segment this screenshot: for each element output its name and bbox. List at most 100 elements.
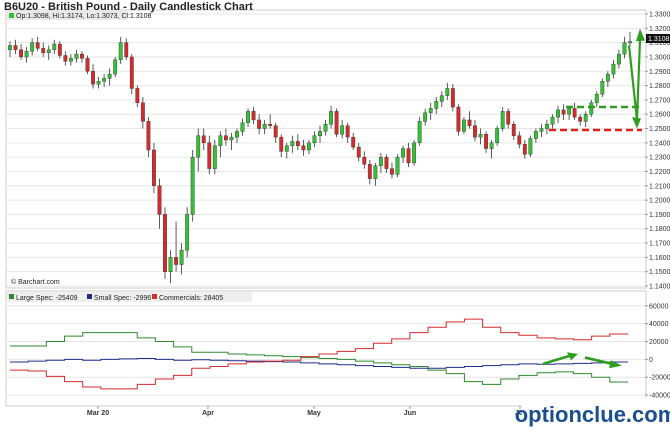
candle-down [152,149,156,186]
candle-up [533,131,538,139]
candle-down [450,88,455,108]
legend-swatch-commercials [152,294,157,299]
cot-tick-label: 40000 [649,321,669,328]
candle-up [329,111,333,125]
x-tick-label: May [307,410,321,417]
legend-swatch-small-spec [87,294,92,299]
candle-up [340,125,345,135]
price-tick-label: 1.2200 [649,169,670,176]
last-price-tag: 1.3108 [648,36,670,43]
candle-up [168,257,173,272]
candle-down [157,185,162,215]
candle-down [334,111,339,135]
candle-up [218,135,223,146]
candle-down [517,135,522,145]
candle-up [284,145,289,152]
candle-down [201,135,206,144]
candle-down [390,168,394,175]
candle-down [135,88,140,103]
candle-down [35,42,40,49]
candle-up [462,119,466,132]
candle-up [24,51,29,58]
price-tick-label: 1.1700 [649,241,670,248]
candle-down [13,45,18,50]
candle-down [57,43,62,56]
candle-up [556,109,560,118]
candle-up [46,49,51,53]
candle-down [351,136,356,148]
price-tick-label: 1.3000 [649,54,670,61]
chart-credit: © Barchart.com [11,278,60,286]
candle-down [163,214,167,272]
candle-up [68,58,73,62]
candle-up [401,148,405,158]
candle-down [362,156,367,165]
cot-tick-label: 60000 [649,303,669,310]
candle-down [522,144,527,155]
x-tick-label: Jun [404,410,416,417]
candle-up [212,145,217,169]
candle-up [423,112,428,122]
candle-down [356,146,361,158]
chart-title: B6U20 - British Pound - Daily Candlestic… [4,1,253,13]
candle-up [617,53,621,65]
price-tick-label: 1.2000 [649,198,670,205]
cot-tick-label: -20000 [649,375,670,382]
candle-up [107,73,112,79]
candle-up [312,135,317,144]
price-tick-label: 1.2700 [649,97,670,104]
legend-commercials: Commercials: 28405 [159,295,223,302]
candle-up [323,124,328,132]
candle-down [367,164,372,179]
price-tick-label: 1.2600 [649,112,670,119]
price-tick-label: 1.2800 [649,83,670,90]
candle-up [594,93,599,103]
candle-up [118,42,123,61]
candle-down [80,53,84,59]
chart: 1.33001.32001.31001.30001.29001.28001.27… [5,9,670,417]
price-tick-label: 1.3300 [649,12,670,19]
candle-up [262,124,267,129]
candle-up [567,108,572,115]
candle-down [124,42,129,58]
candle-up [190,156,195,215]
candle-up [307,142,311,151]
candle-down [511,124,516,136]
candle-down [140,102,145,122]
candle-up [185,214,190,251]
price-tick-label: 1.1600 [649,255,670,262]
price-tick-label: 1.1800 [649,226,670,233]
candle-down [146,121,151,151]
candle-down [345,125,350,138]
candle-down [41,48,46,53]
x-axis: Mar 20 Apr May Jun Jul [87,406,525,417]
candle-up [605,73,610,82]
candle-up [622,42,627,55]
candle-up [235,131,239,138]
price-tick-label: 1.2500 [649,126,670,133]
ohlc-label: Op:1.3098, Hi:1.3174, Lo:1.3073, Cl:1.31… [16,13,152,20]
candle-down [572,108,577,118]
x-tick-label: Mar 20 [87,410,109,417]
candle-up [378,156,383,166]
candle-up [196,135,201,158]
candle-down [223,135,228,141]
candle-up [434,101,439,109]
candle-up [439,95,444,102]
price-tick-label: 1.1900 [649,212,670,219]
candle-up [611,63,616,75]
candle-down [578,116,583,122]
price-tick-label: 1.1400 [649,284,670,291]
candle-down [406,148,411,164]
candle-up [179,250,184,265]
candle-down [63,55,68,62]
candle-down [467,119,472,126]
candle-down [207,142,212,169]
candle-up [600,81,605,95]
candle-down [473,125,477,138]
candle-up [96,81,101,85]
candle-up [395,156,400,175]
price-tick-label: 1.2400 [649,140,670,147]
candle-up [428,108,433,113]
watermark: optionclue.com [515,398,670,431]
